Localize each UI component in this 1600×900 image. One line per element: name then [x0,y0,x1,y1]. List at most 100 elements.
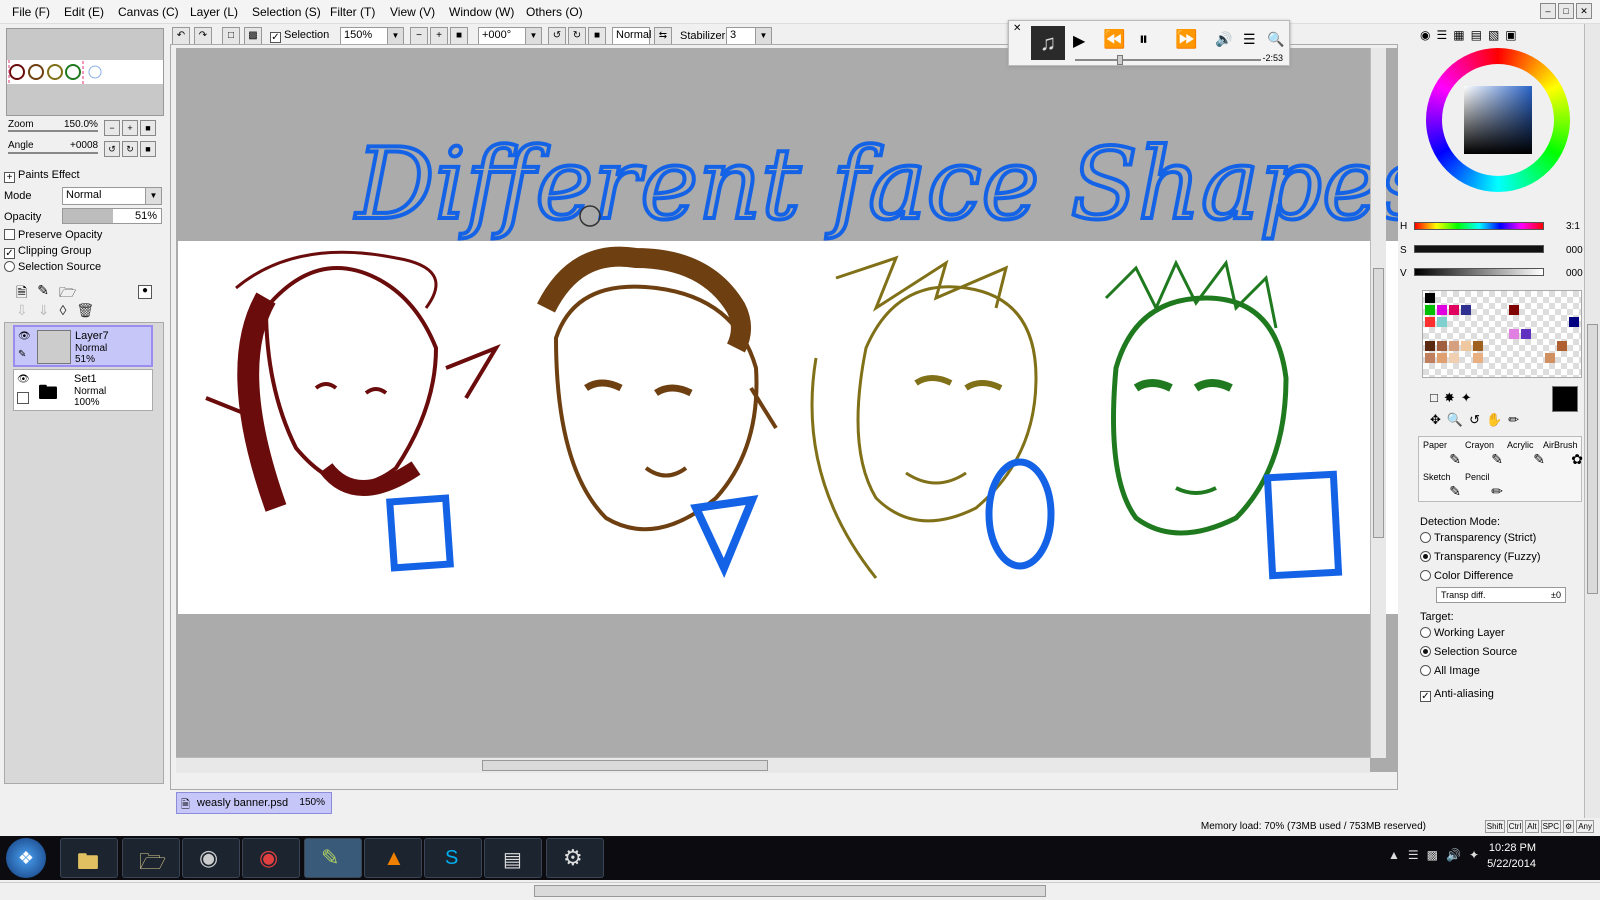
play-icon[interactable]: ▶ [1073,31,1085,51]
tray-volume-icon[interactable]: 🔊 [1446,848,1461,862]
layer-row[interactable]: 👁 ✎ Layer7 Normal 51% [13,325,153,367]
color-mix-tab-icon[interactable]: ▦ [1453,28,1464,42]
menu-others[interactable]: Others (O) [526,5,583,19]
nav-zoom-reset-icon[interactable]: ■ [140,120,156,136]
hsv-sliders-tab-icon[interactable]: ▤ [1471,28,1482,42]
lasso-icon[interactable]: ✸ [1444,390,1455,406]
saturation-value-square[interactable] [1464,86,1532,154]
clear-layer-icon[interactable]: ◊ [59,302,66,319]
right-panel-scrollbar[interactable] [1584,24,1600,818]
search-icon[interactable]: 🔍 [1267,31,1284,48]
zoom-combo[interactable]: 150% ▼ [340,27,404,45]
nav-rotate-right-icon[interactable]: ↻ [122,141,138,157]
scroll-thumb[interactable] [1587,324,1598,594]
brush-tool[interactable]: Crayon ✎ [1465,439,1503,469]
selection-source-radio[interactable]: Selection Source [4,261,101,273]
menu-canvas[interactable]: Canvas (C) [118,5,179,19]
primary-color[interactable] [1552,386,1578,412]
layer-mask-icon[interactable]: ● [138,282,155,299]
tray-arrow-icon[interactable]: ▲ [1388,848,1400,862]
nav-zoom-out-icon[interactable]: − [104,120,120,136]
skype-taskbar-icon[interactable]: S [424,838,482,878]
move-icon[interactable]: ✥ [1430,412,1441,428]
nav-rotate-left-icon[interactable]: ↺ [104,141,120,157]
lock-checkbox[interactable] [17,392,29,404]
list-icon[interactable]: ☰ [1243,31,1256,48]
rect-select-icon[interactable]: □ [1430,390,1438,406]
detection-mode-radio[interactable]: Transparency (Strict) [1420,532,1536,544]
menu-layer[interactable]: Layer (L) [190,5,238,19]
eye-icon[interactable]: 👁 [17,374,30,385]
menu-window[interactable]: Window (W) [449,5,514,19]
rotate-left-icon[interactable]: ↺ [548,27,566,45]
brush-tool[interactable]: Acrylic ✎ [1507,439,1545,469]
taskbar-clock[interactable]: 10:28 PM 5/22/2014 [1487,842,1536,870]
vertical-scrollbar[interactable] [1370,48,1386,758]
layer-row[interactable]: 👁 🖿 Set1 Normal 100% [13,369,153,411]
menu-file[interactable]: File (F) [12,5,50,19]
color-wheel[interactable] [1426,48,1570,192]
angle-slider[interactable] [8,152,98,154]
invert-selection-icon[interactable]: ▩ [244,27,262,45]
menu-view[interactable]: View (V) [390,5,435,19]
swatches-tab-icon[interactable]: ▧ [1488,28,1499,42]
chrome-taskbar-icon[interactable]: ◉ [242,838,300,878]
redo-icon[interactable]: ↷ [194,27,212,45]
zoom-out-icon[interactable]: − [410,27,428,45]
eye-icon[interactable]: 👁 [18,331,31,342]
rotate-reset-icon[interactable]: ■ [588,27,606,45]
opacity-slider[interactable]: 51% [62,208,162,224]
preserve-opacity-checkbox[interactable]: Preserve Opacity [4,229,102,241]
zoom-slider[interactable] [8,130,98,132]
files-taskbar-icon[interactable]: 🗁 [122,838,180,878]
paint-tool-sai-taskbar-icon[interactable]: ✎ [304,838,362,878]
explorer-taskbar-icon[interactable]: 🖿 [60,838,118,878]
flip-icon[interactable]: ⇆ [654,27,672,45]
swatch-grid[interactable] [1422,290,1582,378]
close-button[interactable]: ✕ [1576,3,1592,19]
zoom-in-icon[interactable]: + [430,27,448,45]
rewind-icon[interactable]: ⏪ [1103,29,1125,50]
scratchpad-tab-icon[interactable]: ▣ [1505,28,1516,42]
vlc-taskbar-icon[interactable]: ▲ [364,838,422,878]
merge-down-icon[interactable]: ⇓ [38,302,50,319]
rotate-right-icon[interactable]: ↻ [568,27,586,45]
start-button[interactable]: ❖ [6,838,46,878]
navigator-preview[interactable] [6,28,164,116]
stabilizer-combo[interactable]: 3 ▼ [726,27,772,45]
settings-taskbar-icon[interactable]: ⚙ [546,838,604,878]
document-tab[interactable]: 🗎 weasly banner.psd 150% [176,792,332,814]
scroll-thumb[interactable] [1373,268,1384,538]
window-taskbar-icon[interactable]: ▤ [484,838,542,878]
blend-mode-combo[interactable]: Normal [612,27,651,45]
screen-horizontal-scrollbar[interactable] [0,882,1600,900]
delete-layer-icon[interactable]: 🗑 [76,302,94,319]
volume-icon[interactable]: 🔊 [1215,31,1232,48]
menu-selection[interactable]: Selection (S) [252,5,321,19]
zoom-reset-icon[interactable]: ■ [450,27,468,45]
anti-aliasing-checkbox[interactable]: ✓ Anti-aliasing [1420,688,1494,702]
fast-forward-icon[interactable]: ⏩ [1175,29,1197,50]
hue-slider[interactable] [1414,222,1544,230]
selection-toggle[interactable]: ✓ Selection [270,29,329,43]
brush-tool[interactable]: AirBrush ✿ [1543,439,1583,469]
brush-tool[interactable]: Pencil ✏ [1465,471,1503,501]
clipping-group-checkbox[interactable]: ✓ Clipping Group [4,245,91,259]
menu-filter[interactable]: Filter (T) [330,5,375,19]
scroll-thumb[interactable] [534,885,1046,897]
detection-mode-radio[interactable]: Color Difference [1420,570,1513,582]
horizontal-scrollbar[interactable] [176,757,1370,773]
transfer-down-icon[interactable]: ⇩ [16,302,28,319]
hand-icon[interactable]: ✋ [1486,412,1502,428]
eyedropper-icon[interactable]: ✏ [1508,412,1519,428]
media-taskbar-icon[interactable]: ◉ [182,838,240,878]
pause-icon[interactable]: ⏸ [1139,29,1148,50]
color-wheel-tab-icon[interactable]: ◉ [1420,28,1430,42]
nav-zoom-in-icon[interactable]: + [122,120,138,136]
rotate-tool-icon[interactable]: ↺ [1469,412,1480,428]
brush-tool[interactable]: Paper ✎ [1423,439,1461,469]
tray-signal-icon[interactable]: ▩ [1427,848,1438,862]
menu-edit[interactable]: Edit (E) [64,5,104,19]
progress-track[interactable] [1075,59,1261,61]
maximize-button[interactable]: □ [1558,3,1574,19]
